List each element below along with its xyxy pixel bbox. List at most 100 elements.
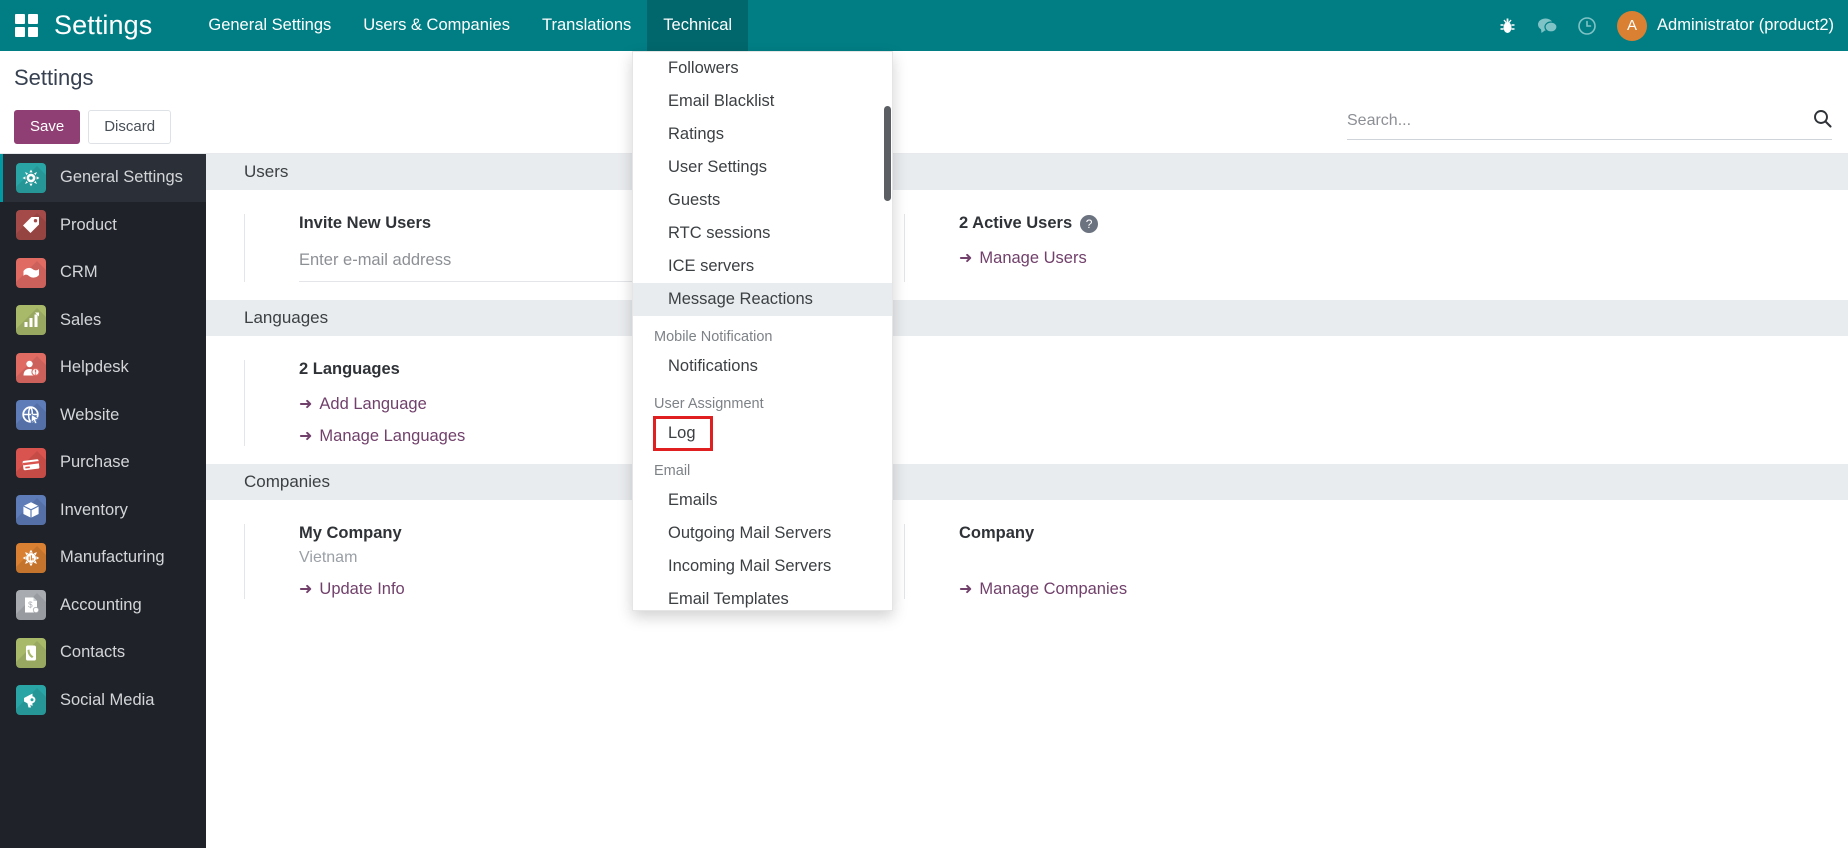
sidebar-item-crm[interactable]: CRM (0, 249, 206, 297)
sidebar-item-label: General Settings (60, 168, 183, 187)
link-label: Manage Languages (319, 427, 466, 445)
sidebar-item-label: Manufacturing (60, 548, 165, 567)
technical-dropdown-menu: Followers Email Blacklist Ratings User Sett… (632, 51, 893, 611)
dropdown-item-emails[interactable]: Emails (633, 484, 892, 517)
sidebar-item-accounting[interactable]: $ Accounting (0, 582, 206, 630)
arrow-right-icon: ➜ (299, 427, 313, 445)
dropdown-item-notifications[interactable]: Notifications (633, 350, 892, 383)
dropdown-item-log[interactable]: Log (653, 416, 713, 451)
dropdown-group-user-assignment: User Assignment (654, 396, 764, 412)
apps-grid-icon[interactable] (0, 0, 52, 51)
dropdown-item-user-settings[interactable]: User Settings (633, 151, 892, 184)
tag-icon (16, 210, 46, 241)
avatar: A (1617, 10, 1648, 41)
search-bar (1347, 109, 1832, 140)
bar-chart-icon (16, 305, 46, 336)
bug-icon[interactable] (1487, 0, 1527, 51)
breadcrumb[interactable]: Settings (14, 65, 94, 91)
dropdown-item-followers[interactable]: Followers (633, 52, 892, 85)
phone-icon (16, 637, 46, 668)
dropdown-item-outgoing-mail-servers[interactable]: Outgoing Mail Servers (633, 517, 892, 550)
navbar-menu: General Settings Users & Companies Transla… (192, 0, 749, 51)
discard-button[interactable]: Discard (88, 110, 172, 144)
invoice-icon: $ (16, 590, 46, 621)
sidebar-item-contacts[interactable]: Contacts (0, 629, 206, 677)
sidebar-item-social-media[interactable]: Social Media (0, 677, 206, 725)
section-body-users: Invite New Users 2 Active Users ? ➜ Mana… (206, 190, 1848, 300)
sidebar-item-purchase[interactable]: Purchase (0, 439, 206, 487)
svg-text:$: $ (28, 601, 33, 610)
sidebar-item-website[interactable]: Website (0, 392, 206, 440)
section-body-companies: My Company Vietnam ➜ Update Info Company… (206, 500, 1848, 617)
dropdown-group-email: Email (654, 463, 691, 479)
section-body-languages: 2 Languages ➜ Add Language ➜ Manage Lang… (206, 336, 1848, 464)
settings-sidebar: General Settings Product CRM Sales Helpdesk W… (0, 154, 206, 848)
manage-users-link[interactable]: ➜ Manage Users (959, 249, 1087, 268)
settings-content: Users Invite New Users 2 Active Users ? … (206, 154, 1848, 848)
sidebar-item-label: Website (60, 405, 120, 424)
manage-languages-link[interactable]: ➜ Manage Languages (299, 427, 465, 446)
navbar-item-general-settings[interactable]: General Settings (192, 0, 347, 51)
link-label: Manage Users (979, 249, 1087, 267)
question-mark-icon[interactable]: ? (1080, 214, 1099, 233)
sidebar-item-label: Sales (60, 310, 102, 329)
dropdown-group-mobile-notification: Mobile Notification (654, 329, 773, 345)
user-menu[interactable]: A Administrator (product2) (1607, 0, 1848, 51)
sidebar-item-general-settings[interactable]: General Settings (0, 154, 206, 202)
globe-cursor-icon (16, 400, 46, 431)
app-brand-title[interactable]: Settings (52, 10, 152, 41)
arrow-right-icon: ➜ (299, 395, 313, 413)
top-navbar: Settings General Settings Users & Compani… (0, 0, 1848, 51)
sidebar-item-label: Accounting (60, 595, 142, 614)
link-label: Update Info (319, 580, 405, 598)
dropdown-item-ratings[interactable]: Ratings (633, 118, 892, 151)
sidebar-item-product[interactable]: Product (0, 202, 206, 250)
arrow-right-icon: ➜ (959, 249, 973, 267)
search-input[interactable] (1347, 112, 1805, 130)
sidebar-item-label: Helpdesk (60, 358, 129, 377)
dropdown-scrollbar[interactable] (884, 106, 891, 201)
dropdown-item-incoming-mail-servers[interactable]: Incoming Mail Servers (633, 550, 892, 583)
update-info-link[interactable]: ➜ Update Info (299, 580, 405, 599)
action-buttons: Save Discard (14, 110, 172, 144)
dropdown-item-rtc-sessions[interactable]: RTC sessions (633, 217, 892, 250)
sidebar-item-label: Purchase (60, 453, 130, 472)
add-language-link[interactable]: ➜ Add Language (299, 395, 427, 414)
sidebar-item-label: Contacts (60, 643, 126, 662)
megaphone-icon (16, 685, 46, 716)
navbar-item-users-companies[interactable]: Users & Companies (347, 0, 526, 51)
company-spacer (959, 549, 1544, 567)
chat-bubble-icon[interactable] (1527, 0, 1567, 51)
search-icon[interactable] (1805, 109, 1832, 133)
setting-label: Company (959, 524, 1035, 542)
box-icon (16, 495, 46, 526)
active-users-count: 2 Active Users (959, 214, 1073, 232)
manage-companies-link[interactable]: ➜ Manage Companies (959, 580, 1127, 599)
clock-icon[interactable] (1567, 0, 1607, 51)
section-header-languages: Languages (206, 300, 1848, 336)
setting-companies: Company ➜ Manage Companies (904, 524, 1544, 599)
navbar-item-technical[interactable]: Technical (647, 0, 749, 51)
gear-icon (16, 162, 46, 193)
save-button[interactable]: Save (14, 110, 81, 144)
dropdown-item-message-reactions[interactable]: Message Reactions (633, 283, 892, 316)
link-label: Manage Companies (979, 580, 1128, 598)
sidebar-item-label: CRM (60, 263, 98, 282)
gear-cog-icon (16, 542, 46, 573)
sidebar-item-inventory[interactable]: Inventory (0, 487, 206, 535)
sidebar-item-manufacturing[interactable]: Manufacturing (0, 534, 206, 582)
sidebar-item-label: Product (60, 215, 117, 234)
sidebar-item-label: Inventory (60, 500, 128, 519)
dropdown-item-email-blacklist[interactable]: Email Blacklist (633, 85, 892, 118)
section-header-companies: Companies (206, 464, 1848, 500)
navbar-item-translations[interactable]: Translations (526, 0, 647, 51)
sidebar-item-sales[interactable]: Sales (0, 297, 206, 345)
link-label: Add Language (319, 395, 427, 413)
dropdown-item-ice-servers[interactable]: ICE servers (633, 250, 892, 283)
setting-label: 2 Active Users ? (959, 214, 1544, 233)
dropdown-item-email-templates[interactable]: Email Templates (633, 583, 892, 610)
sidebar-item-label: Social Media (60, 690, 155, 709)
sidebar-item-helpdesk[interactable]: Helpdesk (0, 344, 206, 392)
arrow-right-icon: ➜ (959, 580, 973, 598)
dropdown-item-guests[interactable]: Guests (633, 184, 892, 217)
